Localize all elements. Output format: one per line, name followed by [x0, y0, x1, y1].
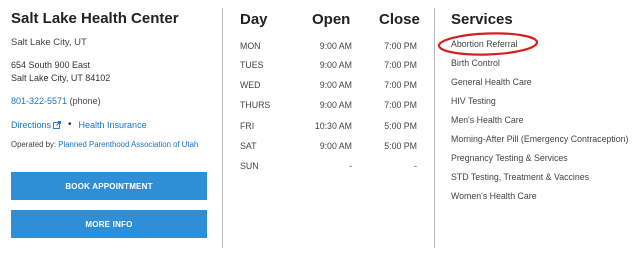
address-line-1: 654 South 900 East: [11, 60, 91, 70]
hours-open: 9:00 AM: [319, 80, 352, 90]
hours-day: SAT: [240, 141, 257, 151]
hours-row: SUN - -: [240, 161, 425, 173]
health-insurance-link[interactable]: Health Insurance: [79, 120, 147, 130]
service-item[interactable]: Women's Health Care: [451, 191, 636, 202]
service-item[interactable]: General Health Care: [451, 77, 636, 88]
hours-day: MON: [240, 41, 261, 51]
book-appointment-button[interactable]: BOOK APPOINTMENT: [11, 172, 207, 200]
phone-suffix: (phone): [69, 96, 101, 106]
hours-open: 9:00 AM: [319, 41, 352, 51]
column-divider: [222, 8, 223, 248]
hours-open: 10:30 AM: [314, 121, 352, 131]
directions-link[interactable]: Directions: [11, 120, 51, 130]
hours-open: 9:00 AM: [319, 141, 352, 151]
hours-close: 7:00 PM: [384, 60, 417, 70]
phone-row: 801-322-5571 (phone): [11, 96, 101, 106]
hours-day: WED: [240, 80, 261, 90]
service-item[interactable]: Morning-After Pill (Emergency Contracept…: [451, 134, 636, 145]
services-list: Abortion Referral Birth Control General …: [451, 39, 636, 210]
service-item[interactable]: Birth Control: [451, 58, 636, 69]
hours-header-close: Close: [379, 11, 420, 28]
hours-day: THURS: [240, 100, 271, 110]
hours-header-day: Day: [240, 11, 268, 28]
hours-day: SUN: [240, 161, 259, 171]
hours-close: 7:00 PM: [384, 100, 417, 110]
hours-row: MON 9:00 AM 7:00 PM: [240, 41, 425, 53]
service-item[interactable]: STD Testing, Treatment & Vaccines: [451, 172, 636, 183]
hours-day: TUES: [240, 60, 264, 70]
services-title: Services: [451, 11, 513, 28]
hours-row: SAT 9:00 AM 5:00 PM: [240, 141, 425, 153]
service-item[interactable]: Men's Health Care: [451, 115, 636, 126]
address-line-2: Salt Lake City, UT 84102: [11, 73, 111, 83]
hours-header-open: Open: [312, 11, 351, 28]
column-divider: [434, 8, 435, 248]
center-name: Salt Lake Health Center: [11, 10, 179, 27]
hours-close: 7:00 PM: [384, 41, 417, 51]
service-item[interactable]: HIV Testing: [451, 96, 636, 107]
phone-link[interactable]: 801-322-5571: [11, 96, 67, 106]
hours-close: 5:00 PM: [384, 121, 417, 131]
hours-day: FRI: [240, 121, 255, 131]
operated-by-label: Operated by:: [11, 140, 57, 149]
hours-row: FRI 10:30 AM 5:00 PM: [240, 121, 425, 133]
center-city: Salt Lake City, UT: [11, 37, 87, 48]
operated-by: Operated by: Planned Parenthood Associat…: [11, 140, 207, 150]
highlight-circle: [437, 32, 539, 56]
hours-row: TUES 9:00 AM 7:00 PM: [240, 60, 425, 72]
hours-close: -: [414, 161, 417, 171]
hours-row: THURS 9:00 AM 7:00 PM: [240, 100, 425, 112]
operator-link[interactable]: Planned Parenthood Association of Utah: [58, 140, 198, 149]
hours-open: 9:00 AM: [319, 100, 352, 110]
hours-open: 9:00 AM: [319, 60, 352, 70]
hours-close: 7:00 PM: [384, 80, 417, 90]
hours-open: -: [349, 161, 352, 171]
links-row: Directions • Health Insurance: [11, 119, 147, 130]
separator-bullet: •: [68, 119, 72, 130]
external-link-icon: [53, 120, 61, 129]
hours-row: WED 9:00 AM 7:00 PM: [240, 80, 425, 92]
more-info-button[interactable]: MORE INFO: [11, 210, 207, 238]
hours-close: 5:00 PM: [384, 141, 417, 151]
service-item[interactable]: Pregnancy Testing & Services: [451, 153, 636, 164]
